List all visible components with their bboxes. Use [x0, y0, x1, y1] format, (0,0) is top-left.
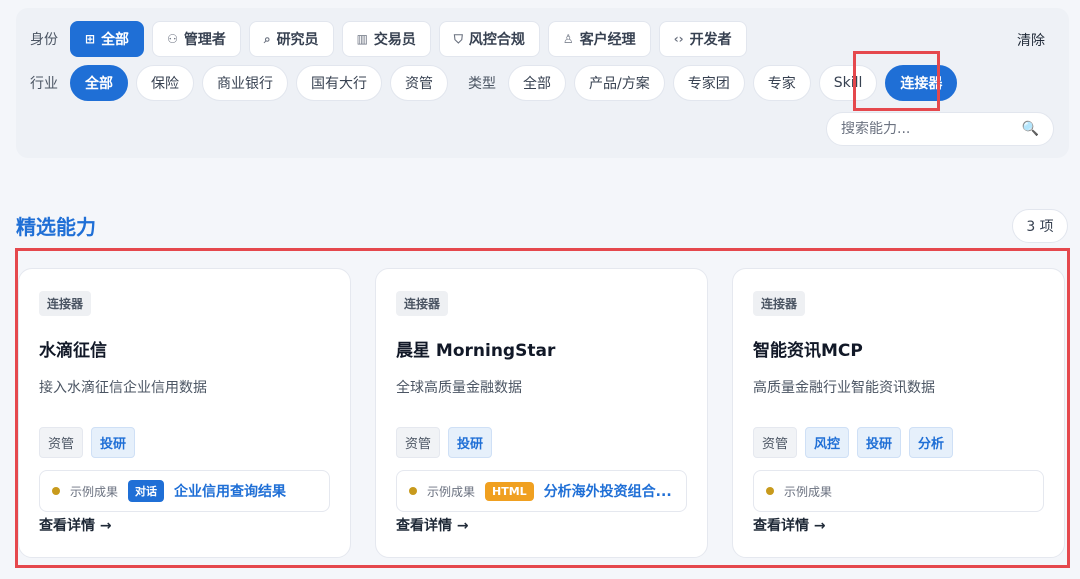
identity-chip-researcher[interactable]: ⌕ 研究员 [248, 21, 334, 57]
industry-chip-insurance[interactable]: 保险 [136, 65, 194, 101]
industry-chip-commercial-bank[interactable]: 商业银行 [202, 65, 288, 101]
identity-filter-row: 身份 ⊞ 全部 ⚇ 管理者 ⌕ 研究员 ▥ 交易员 ⛉ 风控合规 ♙ 客户经理 ‹› 开发者 [30, 21, 755, 57]
chip-label: 研究员 [276, 32, 319, 48]
identity-chip-trader[interactable]: ▥ 交易员 [341, 21, 431, 57]
search-icon[interactable]: 🔍 [1022, 121, 1039, 137]
clear-button[interactable]: 清除 [1017, 30, 1045, 50]
search-box[interactable]: 🔍 [826, 112, 1054, 146]
industry-chip-all[interactable]: 全部 [70, 65, 128, 101]
highlight-frame-connector [853, 51, 940, 111]
chip-label: 风控合规 [468, 32, 525, 48]
industry-chip-asset-mgmt[interactable]: 资管 [390, 65, 448, 101]
industry-label: 行业 [30, 76, 58, 92]
org-chart-icon: ⚇ [167, 32, 178, 46]
magnifier-icon: ⌕ [263, 31, 271, 46]
identity-chip-all[interactable]: ⊞ 全部 [70, 21, 145, 57]
chip-label: 交易员 [373, 32, 416, 48]
industry-type-filter-row: 行业 全部 保险 商业银行 国有大行 资管 类型 全部 产品/方案 专家团 专家… [30, 65, 965, 101]
highlight-frame-cards [15, 248, 1070, 568]
chip-label: 全部 [101, 32, 130, 48]
grid-icon: ⊞ [85, 32, 96, 46]
shield-icon: ⛉ [453, 31, 463, 46]
type-chip-expert[interactable]: 专家 [752, 65, 811, 101]
identity-chip-risk[interactable]: ⛉ 风控合规 [438, 21, 540, 57]
chip-label: 管理者 [183, 32, 226, 48]
industry-chip-state-bank[interactable]: 国有大行 [296, 65, 382, 101]
type-label: 类型 [468, 76, 496, 92]
chip-label: 开发者 [689, 32, 732, 48]
section-title: 精选能力 [16, 215, 96, 239]
identity-label: 身份 [30, 32, 58, 48]
chip-label: 客户经理 [579, 32, 636, 48]
count-badge: 3 项 [1012, 209, 1068, 243]
type-chip-expert-team[interactable]: 专家团 [672, 65, 745, 101]
identity-chip-developer[interactable]: ‹› 开发者 [658, 21, 747, 57]
search-input[interactable] [841, 121, 1011, 137]
bar-chart-icon: ▥ [356, 32, 368, 46]
code-icon: ‹› [673, 32, 684, 46]
identity-chip-account-manager[interactable]: ♙ 客户经理 [547, 21, 651, 57]
user-icon: ♙ [562, 32, 574, 46]
type-chip-all[interactable]: 全部 [508, 65, 566, 101]
type-chip-product[interactable]: 产品/方案 [574, 65, 665, 101]
identity-chip-manager[interactable]: ⚇ 管理者 [152, 21, 241, 57]
